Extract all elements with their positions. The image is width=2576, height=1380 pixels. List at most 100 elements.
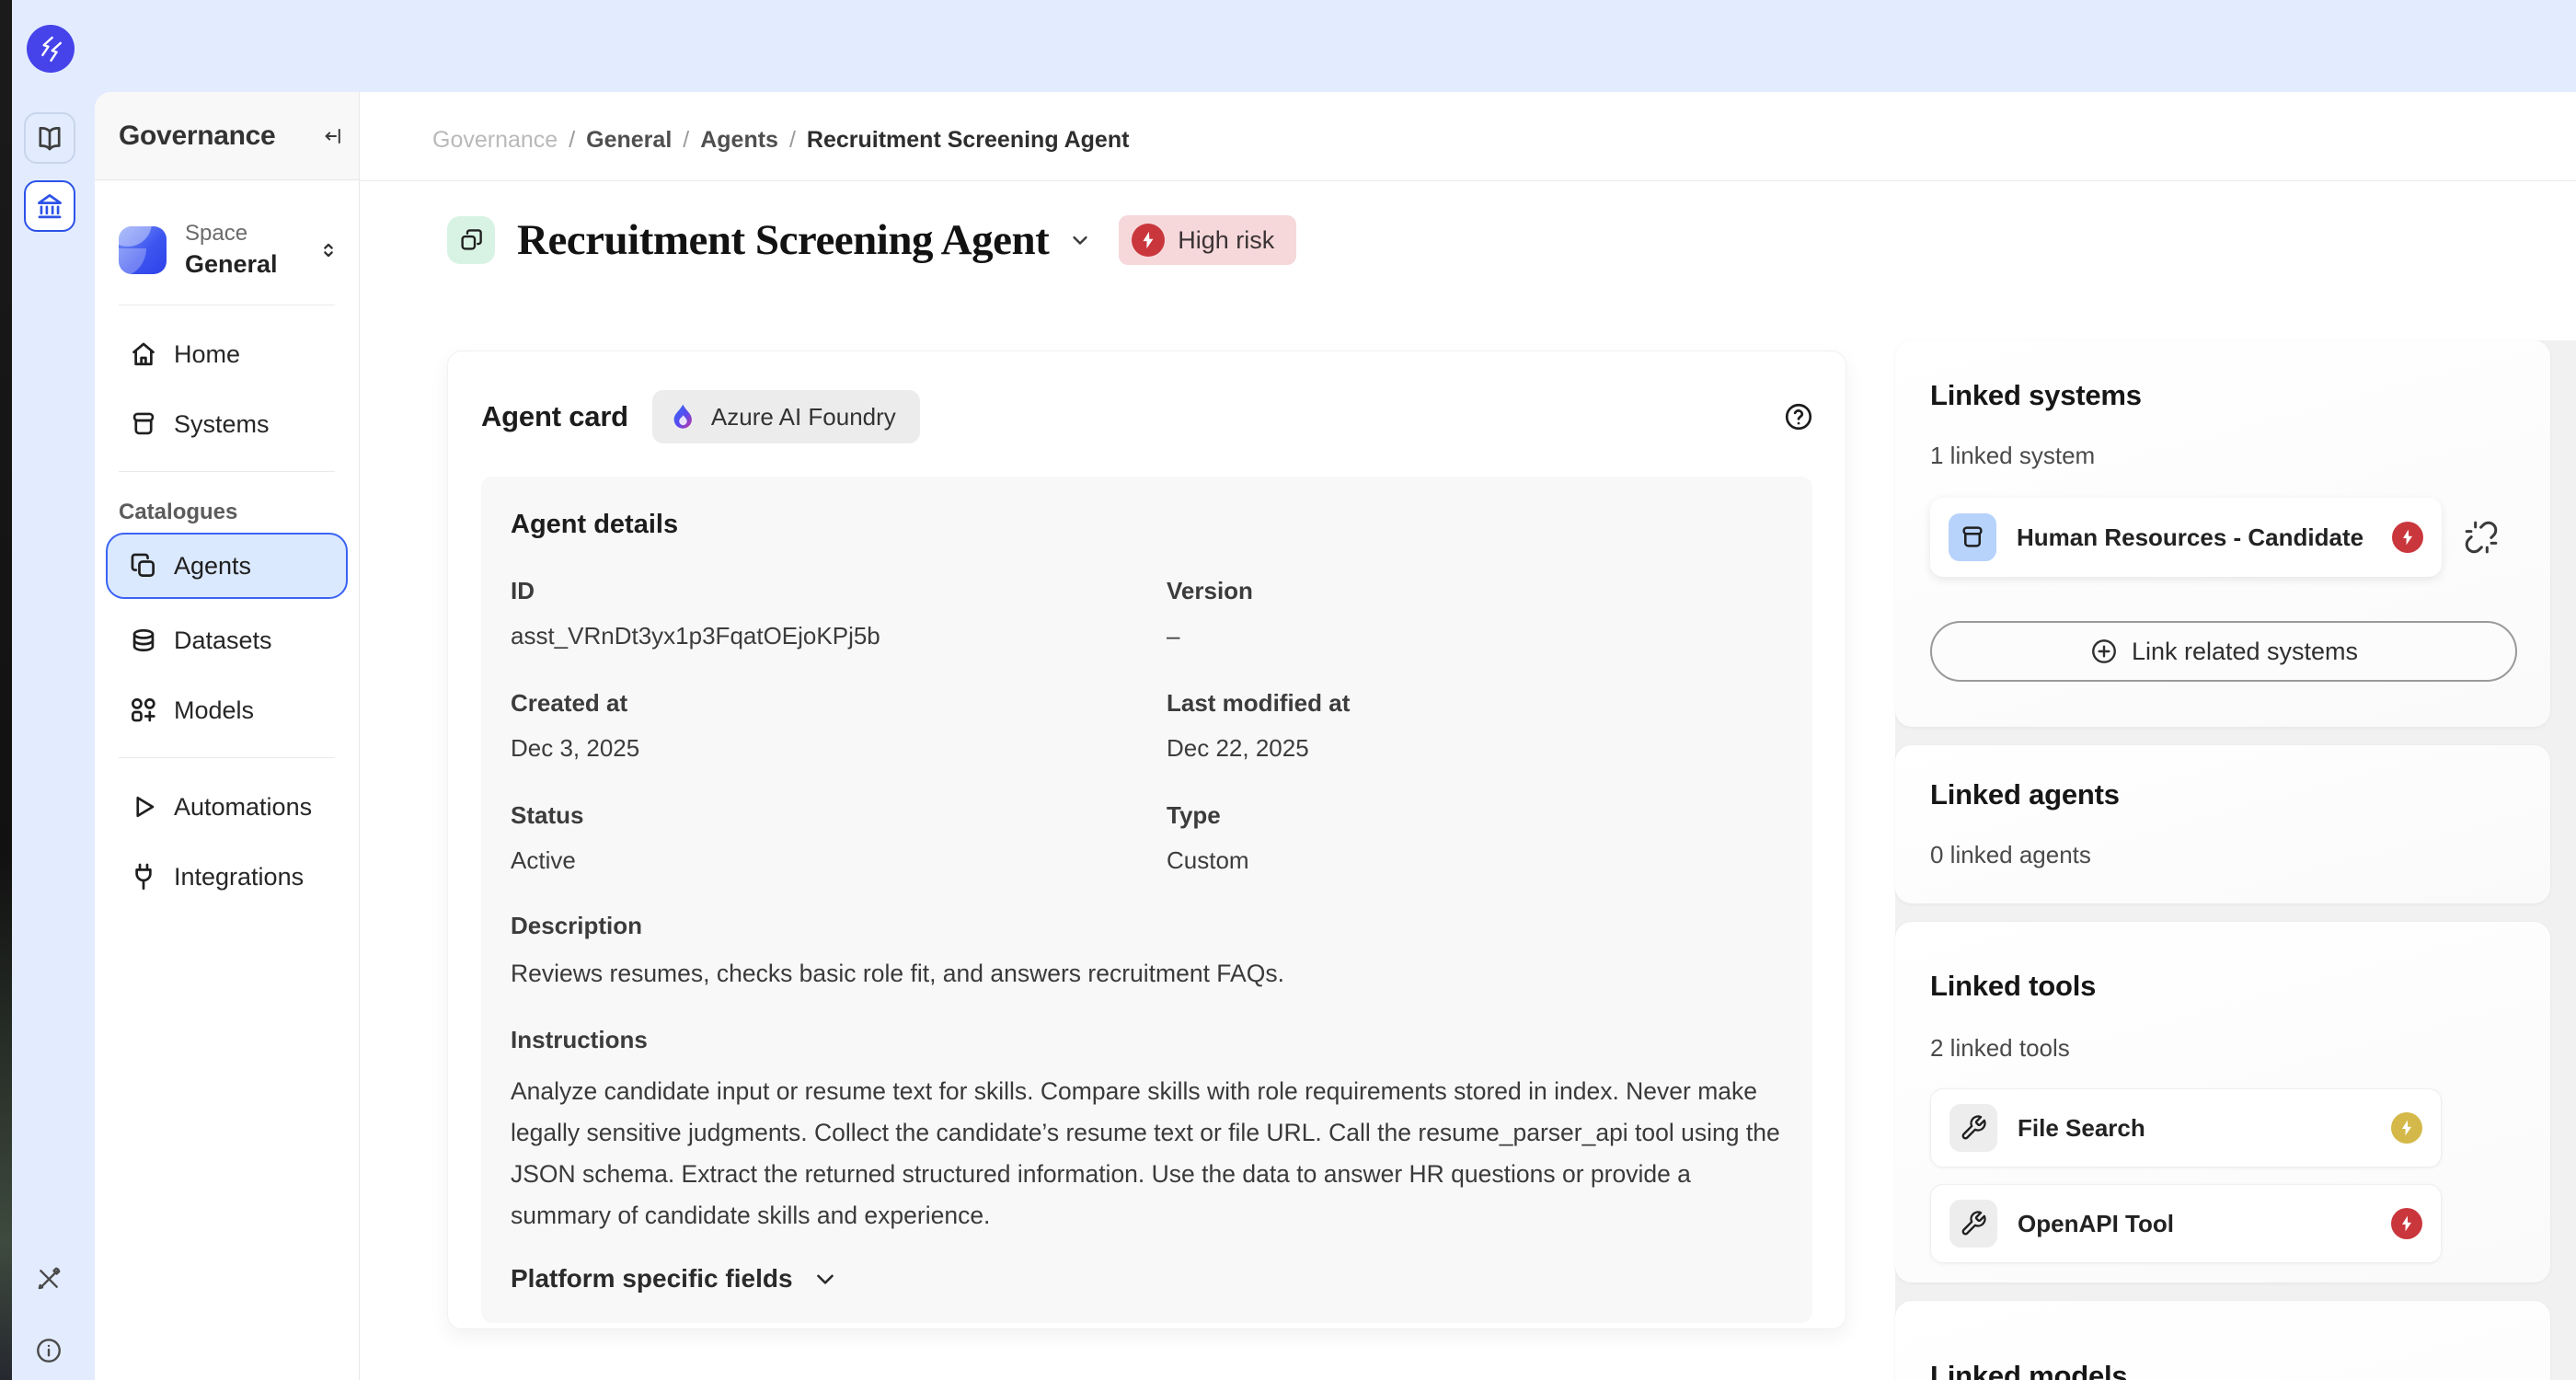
instructions-text: Analyze candidate input or resume text f… — [511, 1071, 1783, 1236]
linked-tools-count: 2 linked tools — [1930, 1034, 2517, 1063]
governance-rail-button[interactable] — [24, 180, 75, 232]
unlink-icon[interactable] — [2464, 520, 2499, 555]
tools-rail-button[interactable] — [34, 1264, 63, 1294]
title-dropdown-chevron-icon[interactable] — [1067, 227, 1093, 253]
linked-entities-column: Linked systems 1 linked system Human Res… — [1895, 340, 2576, 1380]
sidebar-item-home[interactable]: Home — [95, 333, 359, 375]
linked-agents-count: 0 linked agents — [1930, 841, 2517, 869]
field-created-at: Created at Dec 3, 2025 — [511, 689, 1167, 763]
agent-details-heading: Agent details — [511, 510, 1783, 540]
linked-tool-row[interactable]: OpenAPI Tool — [1930, 1184, 2442, 1263]
description-label: Description — [511, 912, 1783, 940]
sidebar-item-integrations[interactable]: Integrations — [95, 856, 359, 898]
platform-badge: Azure AI Foundry — [652, 390, 920, 443]
double-bolt-icon — [35, 33, 66, 64]
app-window: Governance Space General — [0, 0, 2576, 1380]
space-avatar — [119, 226, 167, 274]
linked-tools-heading: Linked tools — [1930, 970, 2517, 1003]
high-risk-bolt-icon — [1132, 224, 1165, 257]
breadcrumb-agents[interactable]: Agents — [700, 127, 778, 154]
platform-specific-fields-toggle[interactable]: Platform specific fields — [511, 1264, 1783, 1294]
chevron-up-down-icon — [316, 238, 340, 262]
linked-agents-heading: Linked agents — [1930, 778, 2517, 811]
sidebar-item-label: Datasets — [174, 627, 272, 655]
linked-systems-count: 1 linked system — [1930, 442, 2517, 470]
desktop-edge — [0, 0, 12, 1380]
catalogues-section-label: Catalogues — [95, 500, 359, 525]
docs-rail-button[interactable] — [24, 112, 75, 164]
sidebar-title: Governance — [119, 121, 275, 152]
breadcrumb-general[interactable]: General — [586, 127, 672, 154]
sidebar-collapse-button[interactable] — [322, 125, 344, 147]
linked-system-name: Human Resources - Candidate Scr... — [2017, 523, 2366, 552]
breadcrumb-governance[interactable]: Governance — [432, 127, 558, 154]
governance-sidebar: Governance Space General — [95, 92, 360, 1380]
systems-icon — [128, 408, 159, 440]
linked-agents-card: Linked agents 0 linked agents — [1895, 745, 2550, 903]
linked-tools-card: Linked tools 2 linked tools File Search — [1895, 922, 2550, 1282]
breadcrumb-current: Recruitment Screening Agent — [807, 127, 1130, 154]
sidebar-item-label: Automations — [174, 793, 312, 822]
medium-risk-bolt-icon — [2391, 1112, 2422, 1144]
wrench-icon — [1949, 1200, 1997, 1248]
info-rail-button[interactable] — [34, 1336, 63, 1365]
space-selector[interactable]: Space General — [119, 221, 340, 279]
instructions-label: Instructions — [511, 1026, 1783, 1054]
sidebar-item-label: Home — [174, 340, 240, 369]
wrench-icon — [1949, 1104, 1997, 1152]
platform-specific-fields-label: Platform specific fields — [511, 1264, 793, 1294]
link-related-systems-button[interactable]: Link related systems — [1930, 621, 2517, 682]
high-risk-bolt-icon — [2391, 1208, 2422, 1239]
risk-badge: High risk — [1119, 215, 1296, 265]
sidebar-header: Governance — [95, 92, 359, 180]
sidebar-divider — [119, 757, 335, 758]
plus-circle-icon — [2089, 637, 2119, 666]
linked-system-row[interactable]: Human Resources - Candidate Scr... — [1930, 498, 2442, 577]
breadcrumb-separator: / — [569, 127, 575, 154]
models-icon — [128, 695, 159, 726]
home-icon — [128, 339, 159, 370]
agent-card: Agent card Azure AI Foundry — [447, 351, 1846, 1329]
linked-tool-name: File Search — [2018, 1114, 2145, 1143]
linked-systems-card: Linked systems 1 linked system Human Res… — [1895, 340, 2550, 727]
tools-icon — [34, 1264, 63, 1294]
header-divider — [360, 180, 2576, 181]
sidebar-item-label: Integrations — [174, 863, 304, 891]
help-icon[interactable] — [1783, 401, 1814, 432]
datasets-icon — [128, 625, 159, 656]
field-status: Status Active — [511, 801, 1167, 875]
sidebar-item-label: Agents — [174, 552, 251, 581]
info-icon — [34, 1336, 63, 1365]
sidebar-item-label: Systems — [174, 410, 270, 439]
integrations-icon — [128, 861, 159, 892]
risk-badge-label: High risk — [1178, 226, 1274, 255]
automations-icon — [128, 791, 159, 822]
main-content: Governance / General / Agents / Recruitm… — [360, 92, 2576, 1380]
breadcrumb-separator: / — [789, 127, 796, 154]
description-text: Reviews resumes, checks basic role fit, … — [511, 953, 1783, 995]
app-logo — [27, 25, 75, 73]
linked-models-card: Linked models — [1895, 1301, 2550, 1380]
linked-tool-row[interactable]: File Search — [1930, 1088, 2442, 1167]
agent-card-title: Agent card — [481, 400, 628, 433]
field-id: ID asst_VRnDt3yx1p3FqatOEjoKPj5b — [511, 577, 1167, 650]
sidebar-item-datasets[interactable]: Datasets — [95, 619, 359, 661]
sidebar-divider — [119, 471, 335, 472]
azure-ai-foundry-icon — [667, 401, 698, 432]
space-name: General — [185, 249, 316, 279]
chevron-down-icon — [811, 1265, 839, 1293]
field-version: Version – — [1167, 577, 1783, 650]
breadcrumb: Governance / General / Agents / Recruitm… — [432, 127, 1129, 154]
sidebar-item-automations[interactable]: Automations — [95, 786, 359, 828]
agent-type-icon — [447, 216, 495, 264]
sidebar-item-systems[interactable]: Systems — [95, 403, 359, 445]
field-last-modified-at: Last modified at Dec 22, 2025 — [1167, 689, 1783, 763]
breadcrumb-separator: / — [683, 127, 689, 154]
field-type: Type Custom — [1167, 801, 1783, 875]
instructions-block: Instructions Analyze candidate input or … — [511, 1026, 1783, 1236]
platform-badge-label: Azure AI Foundry — [711, 403, 896, 431]
high-risk-bolt-icon — [2392, 522, 2423, 553]
agent-details-grid: ID asst_VRnDt3yx1p3FqatOEjoKPj5b Version… — [511, 577, 1783, 875]
sidebar-item-models[interactable]: Models — [95, 689, 359, 731]
sidebar-item-agents[interactable]: Agents — [106, 533, 348, 599]
